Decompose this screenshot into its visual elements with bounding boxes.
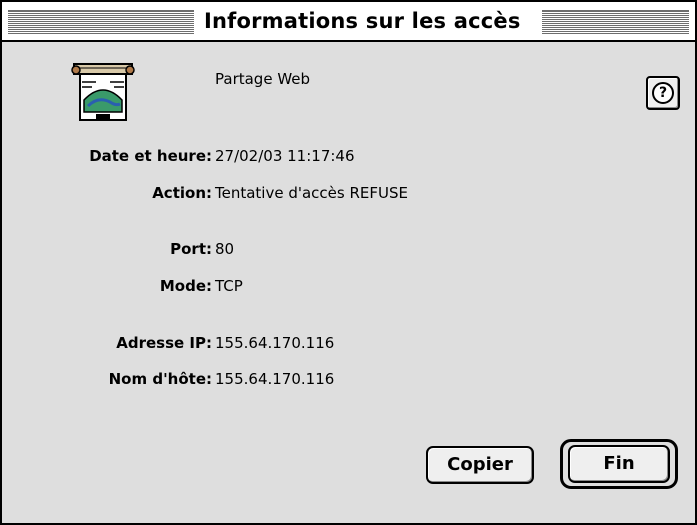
- field-host-name: Nom d'hôte : 155.64.170.116: [2, 368, 695, 390]
- title-bar-stripes-left: [8, 10, 194, 34]
- field-port: Port : 80: [2, 238, 695, 260]
- field-colon: :: [206, 240, 212, 258]
- field-value: 155.64.170.116: [215, 334, 335, 352]
- default-button-ring: Fin: [560, 439, 678, 489]
- field-label: Date et heure: [89, 147, 206, 165]
- field-value: 27/02/03 11:17:46: [215, 147, 355, 165]
- field-date-time: Date et heure : 27/02/03 11:17:46: [2, 145, 695, 167]
- copy-button[interactable]: Copier: [426, 446, 534, 484]
- field-colon: :: [206, 184, 212, 202]
- title-bar-stripes-right: [542, 10, 689, 34]
- field-mode: Mode : TCP: [2, 275, 695, 297]
- field-value: 155.64.170.116: [215, 370, 335, 388]
- app-name: Partage Web: [215, 70, 311, 88]
- help-icon: ?: [652, 82, 674, 104]
- window-title: Informations sur les accès: [204, 9, 521, 33]
- field-label: Adresse IP: [116, 334, 206, 352]
- field-colon: :: [206, 147, 212, 165]
- access-info-window: Informations sur les accès Partage Web ?…: [0, 0, 697, 525]
- field-ip-address: Adresse IP : 155.64.170.116: [2, 332, 695, 354]
- field-label: Port: [170, 240, 206, 258]
- field-value: 80: [215, 240, 235, 258]
- field-label: Mode: [159, 277, 206, 295]
- field-value: TCP: [215, 277, 243, 295]
- field-action: Action : Tentative d'accès REFUSE: [2, 182, 695, 204]
- field-label: Nom d'hôte: [108, 370, 206, 388]
- field-value: Tentative d'accès REFUSE: [215, 184, 408, 202]
- field-colon: :: [206, 370, 212, 388]
- title-bar[interactable]: Informations sur les accès: [2, 2, 695, 42]
- done-button[interactable]: Fin: [568, 445, 670, 483]
- field-label: Action: [152, 184, 206, 202]
- field-colon: :: [206, 334, 212, 352]
- field-colon: :: [206, 277, 212, 295]
- help-button[interactable]: ?: [646, 76, 680, 110]
- web-sharing-icon: [68, 62, 138, 124]
